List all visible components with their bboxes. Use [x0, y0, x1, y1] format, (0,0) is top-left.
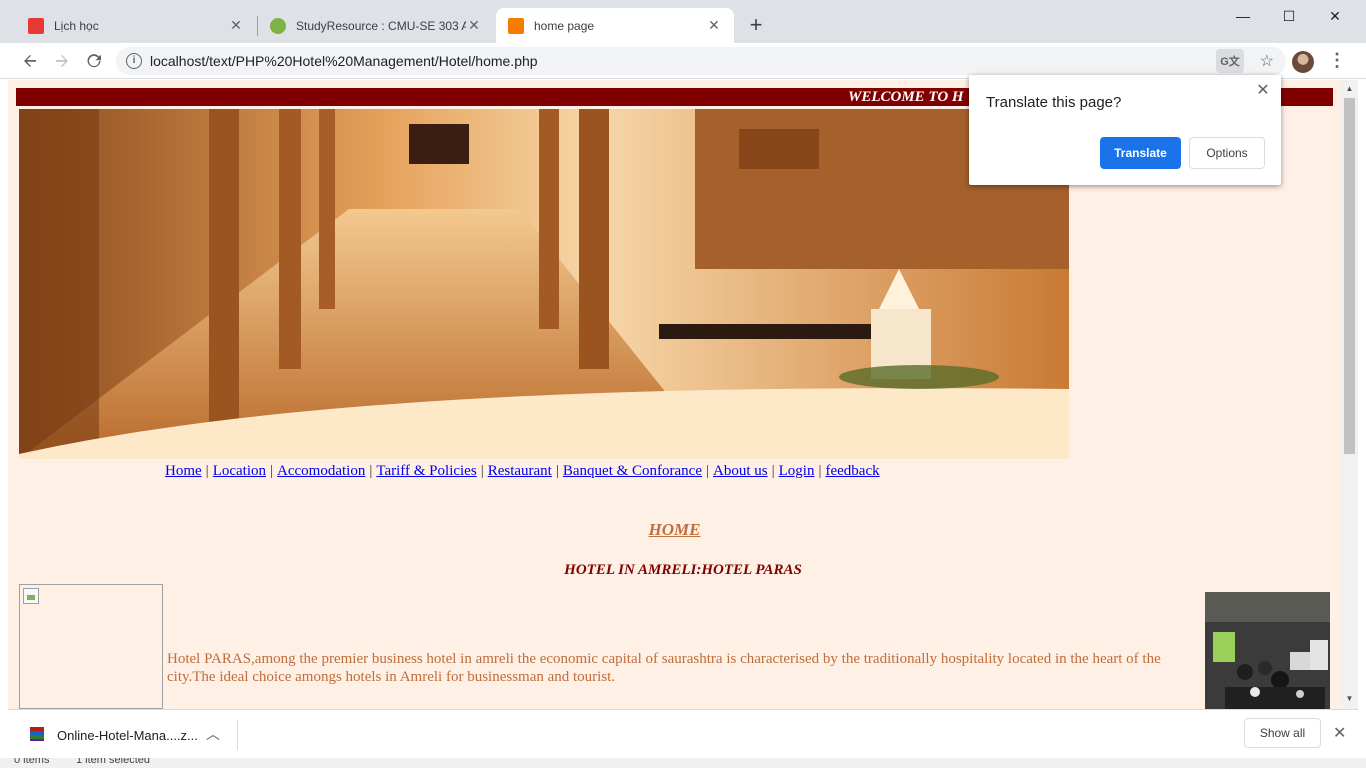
hotel-description: Hotel PARAS,among the premier business h… — [167, 651, 1161, 685]
tab-close-icon[interactable]: ✕ — [466, 17, 482, 34]
tab-strip: Lịch học ✕ StudyResource : CMU-SE 303 AI… — [0, 0, 1366, 43]
translate-button[interactable]: Translate — [1100, 137, 1181, 169]
tab-favicon-icon — [270, 17, 286, 34]
nav-separator: | — [369, 463, 373, 479]
welcome-text: WELCOME TO H — [848, 89, 964, 105]
minimize-button[interactable]: — — [1220, 0, 1266, 32]
tab-favicon-icon — [508, 17, 524, 34]
translate-popup: Translate this page? ✕ Translate Options — [969, 75, 1281, 185]
address-bar[interactable]: i localhost/text/PHP%20Hotel%20Managemen… — [116, 47, 1286, 75]
archive-file-icon — [30, 727, 44, 741]
tab-title: home page — [534, 18, 595, 33]
broken-image-icon — [23, 588, 39, 604]
nav-link-feedback[interactable]: feedback — [825, 463, 879, 479]
close-icon[interactable]: ✕ — [1333, 723, 1346, 743]
tab-title: StudyResource : CMU-SE 303 AIS — [296, 18, 466, 33]
main-nav: Home | Location | Accomodation | Tariff & Poli… — [165, 463, 880, 480]
broken-image — [19, 584, 163, 709]
shelf-divider — [237, 720, 238, 750]
show-all-button[interactable]: Show all — [1244, 718, 1321, 748]
page-scrollbar[interactable]: ▲ ▼ — [1341, 80, 1358, 709]
chevron-up-icon[interactable]: ︿ — [206, 724, 220, 744]
nav-separator: | — [270, 463, 274, 479]
nav-link-home[interactable]: Home — [165, 463, 202, 479]
avatar[interactable] — [1292, 51, 1314, 73]
tab-favicon-icon — [28, 17, 44, 34]
items-count: 0 items — [14, 758, 50, 766]
tab-studyresource[interactable]: StudyResource : CMU-SE 303 AIS ✕ — [258, 8, 494, 43]
nav-separator: | — [818, 463, 822, 479]
forward-icon[interactable] — [48, 47, 76, 75]
nav-link-banquet[interactable]: Banquet & Conforance — [563, 463, 702, 479]
nav-separator: | — [480, 463, 484, 479]
nav-link-accomodation[interactable]: Accomodation — [277, 463, 365, 479]
download-shelf: Online-Hotel-Mana....z... ︿ Show all ✕ — [8, 709, 1358, 758]
browser-toolbar: i localhost/text/PHP%20Hotel%20Managemen… — [0, 43, 1366, 79]
page-title: HOME — [648, 520, 701, 539]
translate-icon[interactable]: G文 — [1216, 49, 1244, 73]
nav-separator: | — [771, 463, 775, 479]
back-icon[interactable] — [16, 47, 44, 75]
tab-lich-hoc[interactable]: Lịch học ✕ — [16, 8, 256, 43]
new-tab-button[interactable]: + — [744, 14, 768, 38]
nav-link-login[interactable]: Login — [779, 463, 815, 479]
tab-close-icon[interactable]: ✕ — [228, 17, 244, 34]
nav-separator: | — [555, 463, 559, 479]
nav-separator: | — [706, 463, 710, 479]
options-button[interactable]: Options — [1189, 137, 1265, 169]
maximize-button[interactable]: ☐ — [1266, 0, 1312, 32]
scroll-up-icon[interactable]: ▲ — [1344, 83, 1355, 95]
star-icon[interactable]: ☆ — [1260, 51, 1274, 71]
tab-home-page[interactable]: home page ✕ — [496, 8, 734, 43]
hotel-heading: HOTEL IN AMRELI:HOTEL PARAS — [564, 562, 802, 578]
nav-link-location[interactable]: Location — [213, 463, 266, 479]
scroll-down-icon[interactable]: ▼ — [1344, 693, 1355, 705]
download-file-name[interactable]: Online-Hotel-Mana....z... — [57, 728, 198, 743]
nav-link-tariff[interactable]: Tariff & Policies — [376, 463, 476, 479]
scrollbar-thumb[interactable] — [1344, 98, 1355, 454]
nav-link-about[interactable]: About us — [713, 463, 768, 479]
close-icon[interactable]: ✕ — [1255, 83, 1271, 99]
close-window-button[interactable]: ✕ — [1312, 0, 1358, 32]
browser-window: Lịch học ✕ StudyResource : CMU-SE 303 AI… — [0, 0, 1366, 768]
reload-icon[interactable] — [80, 47, 108, 75]
nav-separator: | — [205, 463, 209, 479]
url-text[interactable]: localhost/text/PHP%20Hotel%20Management/… — [150, 53, 538, 69]
restaurant-photo — [1205, 592, 1330, 709]
nav-link-restaurant[interactable]: Restaurant — [488, 463, 552, 479]
tab-title: Lịch học — [54, 18, 99, 33]
translate-popup-title: Translate this page? — [986, 94, 1122, 111]
underlying-window-status: 0 items 1 item selected — [0, 758, 1366, 768]
menu-icon[interactable]: ⋮ — [1328, 49, 1346, 73]
items-selected: 1 item selected — [76, 758, 150, 766]
hotel-corridor-banner — [19, 109, 1069, 459]
tab-close-icon[interactable]: ✕ — [706, 17, 722, 34]
info-icon[interactable]: i — [126, 53, 142, 69]
